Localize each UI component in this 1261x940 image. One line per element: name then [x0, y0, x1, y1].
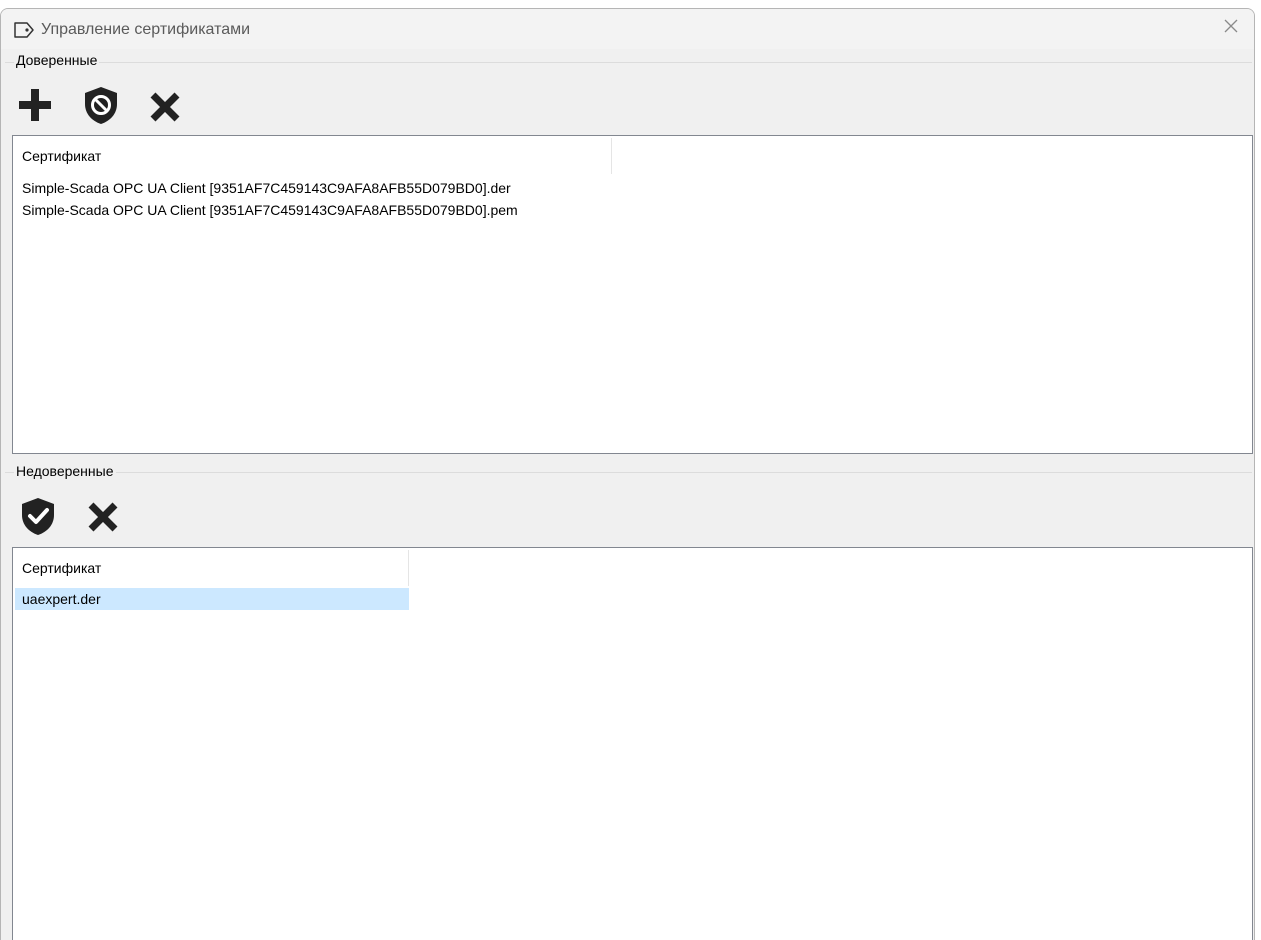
close-button[interactable]	[1208, 9, 1254, 45]
delete-icon	[145, 87, 185, 127]
delete-untrusted-button[interactable]	[83, 497, 123, 537]
untrusted-certificate-list[interactable]: Сертификат uaexpert.der	[12, 547, 1253, 940]
title-bar: Управление сертификатами	[1, 9, 1254, 49]
delete-trusted-button[interactable]	[145, 87, 185, 127]
untrusted-group-border	[5, 472, 1252, 473]
block-shield-icon	[81, 85, 121, 125]
tag-icon	[13, 21, 35, 39]
untrusted-column-header[interactable]: Сертификат	[15, 550, 409, 586]
add-icon	[15, 85, 55, 125]
certificate-manager-window: Управление сертификатами Доверенные Серт…	[0, 8, 1255, 940]
list-item[interactable]: uaexpert.der	[15, 588, 409, 610]
trusted-group-label: Доверенные	[14, 52, 100, 68]
revoke-certificate-button[interactable]	[81, 85, 121, 125]
untrusted-group-label: Недоверенные	[14, 463, 116, 479]
delete-icon	[83, 497, 123, 537]
list-item[interactable]: Simple-Scada OPC UA Client [9351AF7C4591…	[15, 199, 518, 221]
add-certificate-button[interactable]	[15, 85, 55, 125]
close-icon	[1224, 19, 1238, 36]
trusted-column-header[interactable]: Сертификат	[15, 138, 612, 174]
trust-shield-icon	[18, 496, 58, 536]
trust-certificate-button[interactable]	[18, 496, 58, 536]
trusted-certificate-list[interactable]: Сертификат Simple-Scada OPC UA Client [9…	[12, 135, 1253, 454]
list-item[interactable]: Simple-Scada OPC UA Client [9351AF7C4591…	[15, 177, 511, 199]
trusted-group-border	[5, 62, 1252, 63]
window-title: Управление сертификатами	[41, 21, 251, 38]
